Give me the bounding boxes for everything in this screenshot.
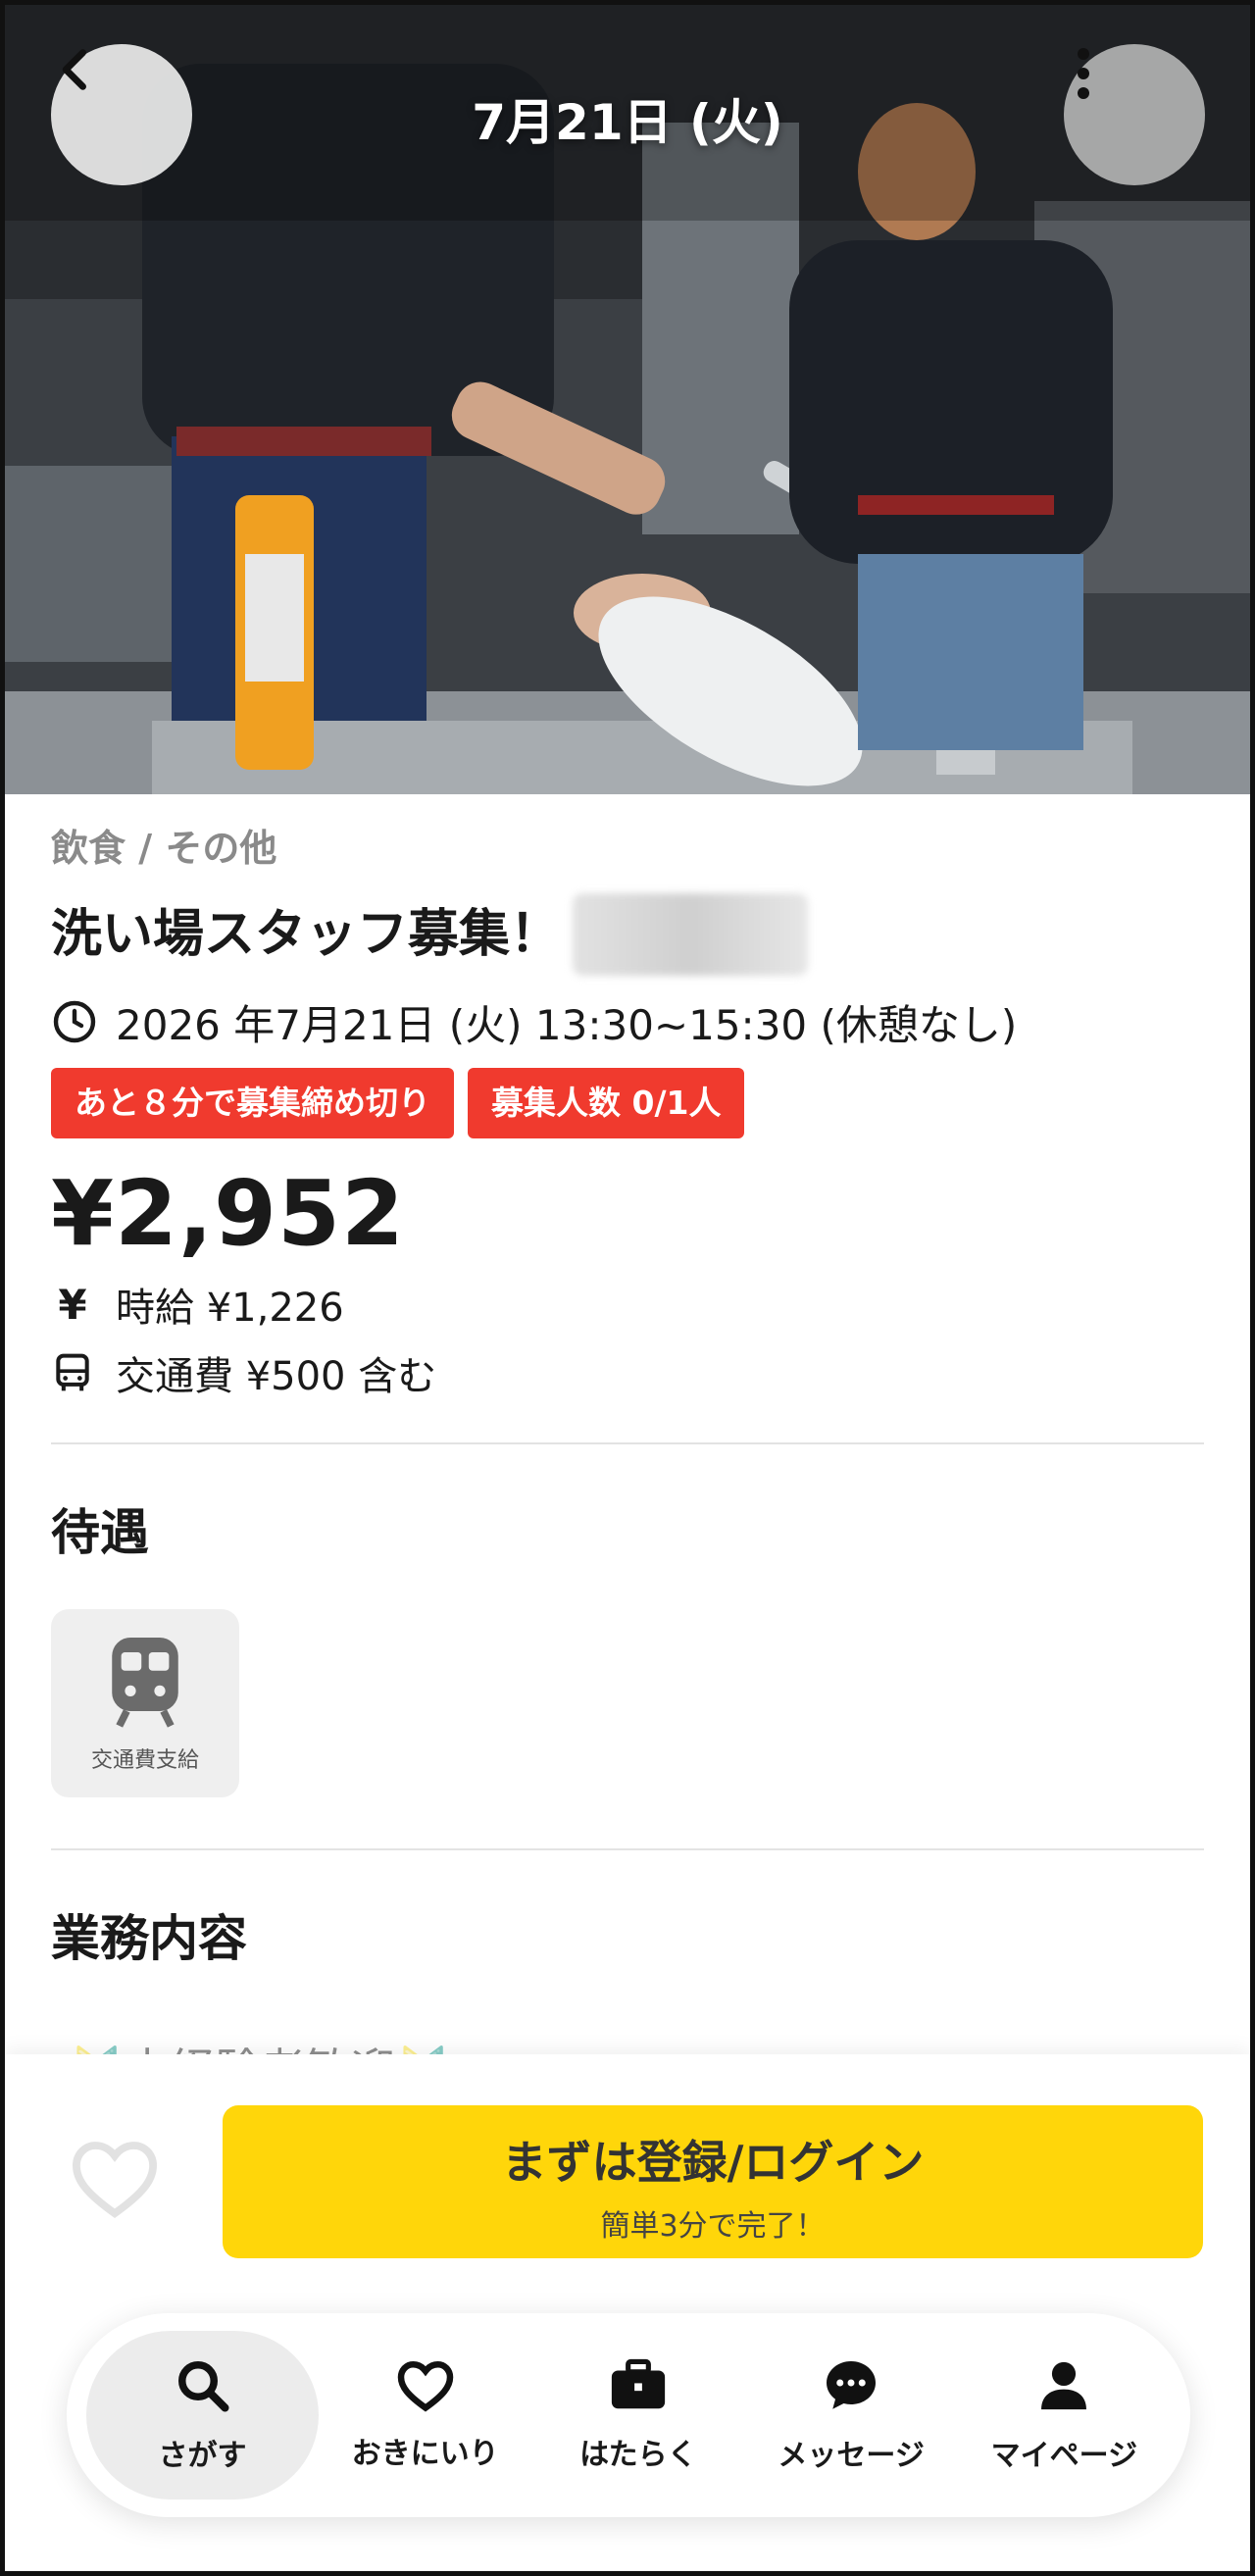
cta-main-label: まずは登録/ログイン bbox=[501, 2136, 925, 2189]
job-datetime: 2026 年7月21日 (火) 13:30~15:30 (休憩なし) bbox=[51, 987, 1204, 1056]
benefits-heading: 待遇 bbox=[51, 1504, 149, 1561]
more-button[interactable] bbox=[1064, 44, 1205, 185]
tab-label: さがす bbox=[158, 2439, 247, 2473]
tab-favorites[interactable]: おきにいり bbox=[319, 2331, 531, 2500]
job-detail: 飲食 / その他 洗い場スタッフ募集！ 2026 年7月21日 (火) 13:3… bbox=[51, 819, 1204, 1970]
total-pay: ¥2,952 bbox=[51, 1161, 406, 1266]
blurred-store-name bbox=[573, 893, 809, 976]
hourly-wage-row: ¥ 時給 ¥1,226 bbox=[51, 1272, 1204, 1337]
more-vertical-icon bbox=[1078, 48, 1089, 99]
divider bbox=[51, 1848, 1204, 1850]
search-icon bbox=[177, 2361, 228, 2412]
tab-label: マイページ bbox=[990, 2439, 1138, 2473]
capacity-badge: 募集人数 0/1人 bbox=[468, 1068, 745, 1138]
benefit-transport: 交通費支給 bbox=[51, 1609, 239, 1797]
tab-mypage[interactable]: マイページ bbox=[958, 2331, 1171, 2500]
message-icon bbox=[827, 2361, 877, 2409]
briefcase-icon bbox=[611, 2358, 665, 2409]
cta-sub-label: 簡単3分で完了！ bbox=[600, 2209, 826, 2244]
datetime-text: 2026 年7月21日 (火) 13:30~15:30 (休憩なし) bbox=[116, 1000, 1018, 1049]
favorite-button[interactable] bbox=[64, 2128, 166, 2230]
tab-bar: さがす おきにいり はたらく メッセージ マイページ bbox=[67, 2313, 1190, 2517]
duties-heading: 業務内容 bbox=[51, 1910, 247, 1967]
tab-label: メッセージ bbox=[778, 2439, 925, 2473]
badge-row: あと８分で募集締め切り 募集人数 0/1人 bbox=[51, 1068, 1204, 1138]
transport-fee: 交通費 ¥500 含む bbox=[116, 1354, 437, 1399]
tab-label: おきにいり bbox=[351, 2437, 499, 2471]
user-icon bbox=[1041, 2361, 1087, 2410]
train-icon bbox=[112, 1638, 178, 1728]
divider bbox=[51, 1442, 1204, 1444]
cta-bar: まずは登録/ログイン 簡単3分で完了！ bbox=[5, 2054, 1250, 2299]
benefit-label: 交通費支給 bbox=[90, 1748, 199, 1773]
transport-row: 交通費 ¥500 含む bbox=[51, 1340, 1204, 1405]
yen-icon: ¥ bbox=[58, 1280, 87, 1329]
clock-icon bbox=[53, 1000, 96, 1043]
hourly-wage: 時給 ¥1,226 bbox=[116, 1286, 344, 1331]
title-row: 洗い場スタッフ募集！ bbox=[51, 893, 1204, 976]
heart-icon bbox=[397, 2360, 453, 2412]
tab-bar-container: さがす おきにいり はたらく メッセージ マイページ bbox=[5, 2299, 1250, 2571]
job-title: 洗い場スタッフ募集！ bbox=[51, 905, 562, 964]
heart-outline-icon bbox=[72, 2142, 158, 2218]
bus-icon bbox=[56, 1353, 89, 1391]
tab-messages[interactable]: メッセージ bbox=[745, 2331, 958, 2500]
hero-image: 7月21日 (火) bbox=[5, 5, 1250, 794]
tab-search[interactable]: さがす bbox=[86, 2331, 319, 2500]
tab-work[interactable]: はたらく bbox=[531, 2331, 744, 2500]
register-login-button[interactable]: まずは登録/ログイン 簡単3分で完了！ bbox=[223, 2105, 1203, 2258]
tab-label: はたらく bbox=[579, 2438, 697, 2472]
job-category: 飲食 / その他 bbox=[51, 827, 277, 870]
deadline-badge: あと８分で募集締め切り bbox=[51, 1068, 454, 1138]
